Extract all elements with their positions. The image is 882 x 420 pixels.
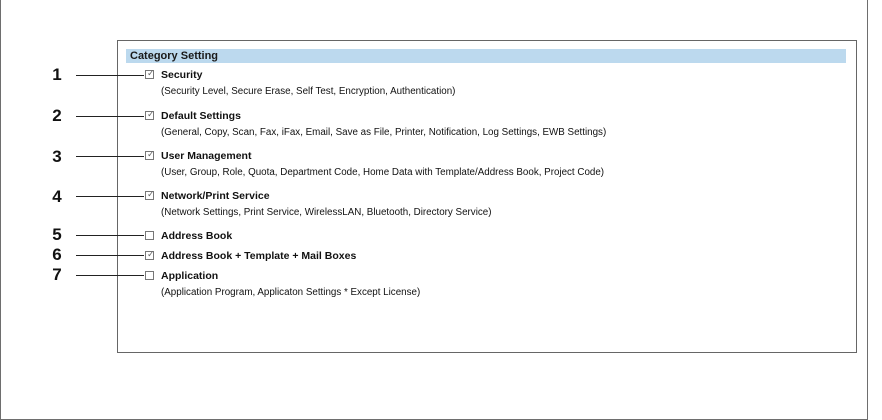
check-icon: ✓ — [147, 249, 155, 259]
network-print-service-label: Network/Print Service — [161, 190, 270, 202]
address-book-template-mail-boxes-label: Address Book + Template + Mail Boxes — [161, 250, 357, 262]
callout-number-4: 4 — [52, 187, 62, 206]
default-settings-description: (General, Copy, Scan, Fax, iFax, Email, … — [161, 127, 607, 138]
application-label: Application — [161, 270, 219, 282]
user-management-label: User Management — [161, 150, 252, 162]
check-icon: ✓ — [147, 149, 155, 159]
check-icon: ✓ — [147, 68, 155, 78]
application-checkbox[interactable] — [145, 271, 154, 280]
callout-line-4 — [76, 196, 144, 197]
callout-line-7 — [76, 275, 144, 276]
callout-line-1 — [76, 75, 144, 76]
network-print-service-description: (Network Settings, Print Service, Wirele… — [161, 207, 492, 218]
callout-number-7: 7 — [52, 265, 62, 284]
security-label: Security — [161, 69, 203, 81]
security-description: (Security Level, Secure Erase, Self Test… — [161, 86, 456, 97]
callout-number-5: 5 — [52, 225, 62, 244]
default-settings-label: Default Settings — [161, 110, 241, 122]
check-icon: ✓ — [147, 189, 155, 199]
callout-line-5 — [76, 235, 144, 236]
callout-line-2 — [76, 116, 144, 117]
address-book-template-mail-boxes-checkbox[interactable]: ✓ — [145, 249, 155, 260]
callout-line-6 — [76, 255, 144, 256]
callout-number-6: 6 — [52, 245, 62, 264]
category-setting-header: Category Setting — [126, 49, 846, 63]
callout-line-3 — [76, 156, 144, 157]
callout-number-2: 2 — [52, 106, 62, 125]
callout-number-1: 1 — [52, 65, 62, 84]
security-checkbox[interactable]: ✓ — [145, 68, 155, 79]
address-book-checkbox[interactable] — [145, 231, 154, 240]
callout-number-3: 3 — [52, 147, 62, 166]
network-print-service-checkbox[interactable]: ✓ — [145, 189, 155, 200]
address-book-label: Address Book — [161, 230, 233, 242]
user-management-checkbox[interactable]: ✓ — [145, 149, 155, 160]
application-description: (Application Program, Applicaton Setting… — [161, 287, 421, 298]
check-icon: ✓ — [147, 109, 155, 119]
user-management-description: (User, Group, Role, Quota, Department Co… — [161, 167, 605, 178]
default-settings-checkbox[interactable]: ✓ — [145, 109, 155, 120]
